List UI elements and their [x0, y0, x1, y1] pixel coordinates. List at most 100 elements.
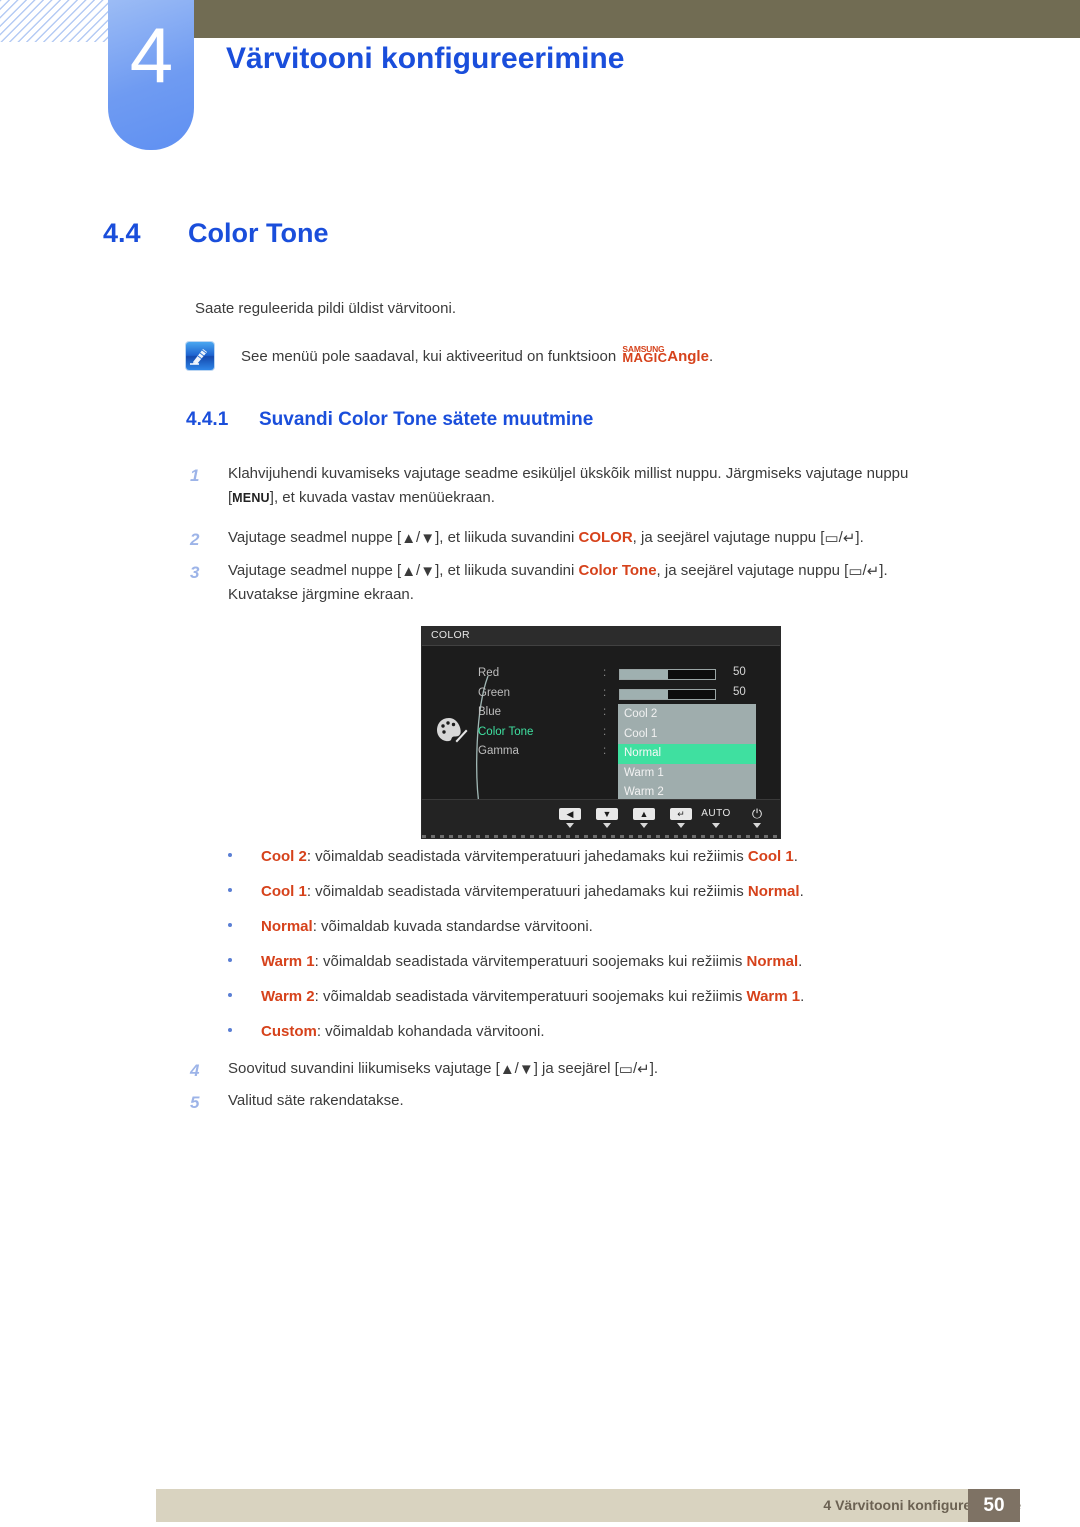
- up-arrow-icon[interactable]: ▲: [627, 808, 661, 828]
- osd-row-label[interactable]: Gamma: [478, 742, 583, 762]
- button-glyph-icon: ▼: [518, 1061, 534, 1078]
- highlighted-term: Normal: [261, 918, 313, 935]
- osd-row-label[interactable]: Blue: [478, 703, 583, 723]
- red-value: 50: [733, 666, 746, 678]
- text-run: : võimaldab kohandada värvitooni.: [316, 1023, 545, 1040]
- dropdown-option[interactable]: Cool 2: [618, 705, 756, 725]
- step-number: 1: [190, 466, 200, 485]
- osd-row-colon: :: [603, 667, 607, 679]
- text-run: .: [800, 988, 805, 1005]
- page-number: 50: [968, 1489, 1020, 1522]
- down-arrow-icon[interactable]: ▼: [590, 808, 624, 828]
- text-run: : võimaldab seadistada värvitemperatuuri…: [306, 883, 748, 900]
- osd-row-label[interactable]: Green: [478, 684, 583, 704]
- page-title: Värvitooni konfigureerimine: [226, 42, 625, 75]
- text-run: ].: [855, 529, 864, 546]
- caret-down-icon: [677, 823, 685, 828]
- power-icon-glyph: ⏻: [751, 806, 763, 821]
- bullet-dot-icon: [228, 923, 232, 927]
- enter-icon-glyph: ↵: [670, 808, 692, 820]
- auto-icon[interactable]: AUTO: [699, 808, 733, 828]
- power-icon[interactable]: ⏻: [740, 806, 774, 828]
- osd-body: Red Green Blue Color Tone Gamma ::::: 50 50 …: [422, 646, 780, 823]
- section-title: Color Tone: [188, 218, 329, 248]
- text-run: : võimaldab kuvada standardse värvitooni…: [312, 918, 593, 935]
- bullet-text: Custom: võimaldab kohandada värvitooni.: [261, 1021, 948, 1044]
- osd-menu-colons: :::::: [603, 664, 606, 762]
- bullet-dot-icon: [228, 888, 232, 892]
- highlighted-term: Warm 1: [746, 988, 801, 1005]
- text-run: Vajutage seadmel nuppe [: [228, 529, 402, 546]
- text-run: Soovitud suvandini liikumiseks vajutage …: [228, 1060, 500, 1077]
- dropdown-option[interactable]: Cool 1: [618, 725, 756, 745]
- red-slider[interactable]: [619, 669, 716, 680]
- green-value: 50: [733, 686, 746, 698]
- bullet-dot-icon: [228, 1028, 232, 1032]
- samsung-magic-line2: MAGIC: [622, 350, 668, 365]
- step-item: 2 Vajutage seadmel nuppe [▲/▼], et liiku…: [190, 526, 920, 550]
- note-text-after: .: [708, 348, 714, 365]
- osd-row-colon: :: [603, 686, 607, 699]
- section-intro-text: Saate reguleerida pildi üldist värvitoon…: [195, 300, 456, 317]
- bullet-text: Cool 2: võimaldab seadistada värvitemper…: [261, 846, 948, 869]
- note-text-before: See menüü pole saadaval, kui aktiveeritu…: [241, 348, 617, 365]
- enter-icon[interactable]: ↵: [664, 808, 698, 828]
- text-run: .: [799, 883, 804, 900]
- text-run: ], et kuvada vastav menüüekraan.: [269, 489, 495, 507]
- bullet-text: Warm 2: võimaldab seadistada värvitemper…: [261, 986, 948, 1009]
- list-item: Warm 1: võimaldab seadistada värvitemper…: [228, 951, 948, 974]
- note-text: See menüü pole saadaval, kui aktiveeritu…: [241, 344, 713, 365]
- list-item: Custom: võimaldab kohandada värvitooni.: [228, 1021, 948, 1044]
- step-item: 3 Vajutage seadmel nuppe [▲/▼], et liiku…: [190, 559, 920, 608]
- left-arrow-icon[interactable]: ◀: [553, 808, 587, 828]
- highlighted-term: Cool 1: [747, 848, 794, 865]
- subsection-number: 4.4.1: [186, 409, 229, 430]
- caret-down-icon: [603, 823, 611, 828]
- highlighted-term: Normal: [747, 883, 800, 900]
- palette-icon: [435, 716, 469, 746]
- step-item: 1 Klahvijuhendi kuvamiseks vajutage sead…: [190, 462, 920, 511]
- green-slider[interactable]: [619, 688, 716, 700]
- text-run: Valitud säte rakendatakse.: [228, 1092, 404, 1109]
- highlighted-term: Color Tone: [578, 562, 657, 579]
- caret-down-icon: [753, 823, 761, 828]
- button-glyph-icon: ▲: [401, 530, 417, 547]
- step-number: 2: [190, 530, 200, 549]
- button-glyph-icon: ▲: [401, 563, 417, 580]
- text-run: .: [798, 953, 803, 970]
- osd-menu-labels: Red Green Blue Color Tone Gamma: [478, 664, 583, 762]
- bullet-text: Warm 1: võimaldab seadistada värvitemper…: [261, 951, 948, 974]
- dropdown-option[interactable]: Warm 1: [618, 764, 756, 784]
- button-glyph-icon: ▭: [824, 530, 839, 547]
- osd-button-bar: ◀ ▼ ▲ ↵ AUTO ⏻: [422, 799, 780, 838]
- text-run: : võimaldab seadistada värvitemperatuuri…: [314, 988, 747, 1005]
- button-glyph-icon: ↵: [866, 563, 880, 580]
- step-text: Vajutage seadmel nuppe [▲/▼], et liikuda…: [228, 526, 920, 550]
- header-bar: [194, 0, 1080, 38]
- highlighted-term: Warm 1: [261, 953, 315, 970]
- caret-down-icon: [566, 823, 574, 828]
- step-text: Valitud säte rakendatakse.: [228, 1089, 920, 1113]
- button-glyph-icon: ▭: [848, 563, 863, 580]
- list-item: Normal: võimaldab kuvada standardse värv…: [228, 916, 948, 939]
- button-glyph-icon: ▼: [420, 563, 436, 580]
- osd-row-colon: :: [603, 745, 607, 757]
- step-item: 4 Soovitud suvandini liikumiseks vajutag…: [190, 1057, 920, 1081]
- list-item: Cool 2: võimaldab seadistada värvitemper…: [228, 846, 948, 869]
- highlighted-term: Custom: [261, 1023, 317, 1040]
- chapter-number-badge: 4: [108, 0, 194, 150]
- osd-titlebar: COLOR: [422, 627, 780, 646]
- list-item: Cool 1: võimaldab seadistada värvitemper…: [228, 881, 948, 904]
- text-run: : võimaldab seadistada värvitemperatuuri…: [306, 848, 748, 865]
- samsung-magic-word: Angle: [667, 348, 709, 365]
- text-run: ] ja seejärel [: [533, 1060, 619, 1077]
- osd-row-label[interactable]: Color Tone: [478, 723, 583, 743]
- highlighted-term: COLOR: [578, 529, 633, 546]
- note-pen-icon: [186, 342, 214, 370]
- dropdown-option[interactable]: Normal: [618, 744, 756, 764]
- down-arrow-icon-glyph: ▼: [596, 808, 618, 820]
- highlighted-term: Warm 2: [261, 988, 315, 1005]
- text-run: , ja seejärel vajutage nuppu [: [656, 562, 849, 579]
- osd-row-label[interactable]: Red: [478, 664, 583, 684]
- caret-down-icon: [640, 823, 648, 828]
